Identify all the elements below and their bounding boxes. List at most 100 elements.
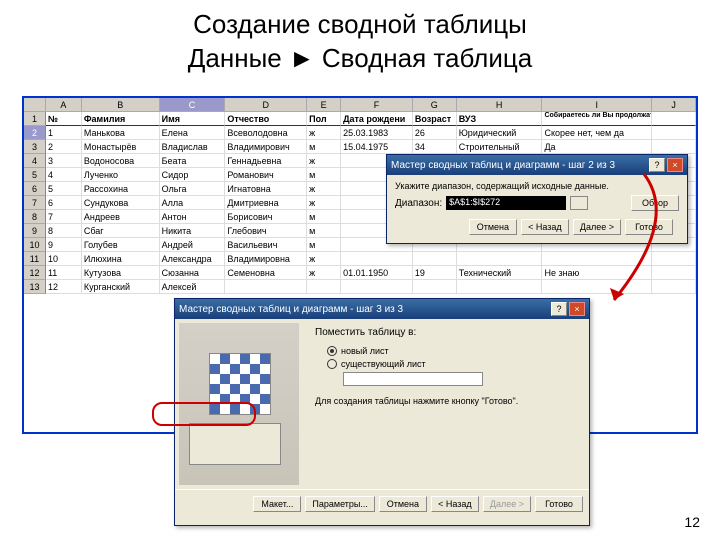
cell[interactable]: ж bbox=[307, 252, 341, 266]
row-number[interactable]: 9 bbox=[24, 224, 46, 238]
cell[interactable]: Васильевич bbox=[225, 238, 307, 252]
cell[interactable]: Никита bbox=[160, 224, 226, 238]
dialog2-titlebar[interactable]: Мастер сводных таблиц и диаграмм - шаг 3… bbox=[175, 299, 589, 319]
cell[interactable]: Курганский bbox=[82, 280, 160, 294]
cancel-button[interactable]: Отмена bbox=[469, 219, 517, 235]
row-number[interactable]: 11 bbox=[24, 252, 46, 266]
cell[interactable]: 3 bbox=[46, 154, 82, 168]
cell[interactable] bbox=[341, 280, 413, 294]
cell[interactable] bbox=[542, 280, 652, 294]
cell[interactable]: 26 bbox=[413, 126, 457, 140]
cell[interactable] bbox=[652, 126, 696, 140]
cell[interactable]: м bbox=[307, 140, 341, 154]
cell[interactable]: 7 bbox=[46, 210, 82, 224]
cell[interactable]: Сбаг bbox=[82, 224, 160, 238]
cell[interactable]: 11 bbox=[46, 266, 82, 280]
cell[interactable]: м bbox=[307, 224, 341, 238]
cell[interactable]: Сундукова bbox=[82, 196, 160, 210]
browse-button[interactable]: Обзор bbox=[631, 195, 679, 211]
cell[interactable] bbox=[307, 280, 341, 294]
cell[interactable]: Геннадьевна bbox=[225, 154, 307, 168]
row-number[interactable]: 2 bbox=[24, 126, 46, 140]
finish-button[interactable]: Готово bbox=[625, 219, 673, 235]
hdr-patronymic[interactable]: Отчество bbox=[225, 112, 307, 126]
cell[interactable]: Беата bbox=[160, 154, 226, 168]
cell[interactable]: 8 bbox=[46, 224, 82, 238]
cell[interactable]: Илюхина bbox=[82, 252, 160, 266]
row-number[interactable]: 10 bbox=[24, 238, 46, 252]
col-header-g[interactable]: G bbox=[413, 98, 457, 111]
help-icon[interactable]: ? bbox=[551, 302, 567, 316]
col-header-b[interactable]: B bbox=[82, 98, 160, 111]
cell[interactable]: ж bbox=[307, 196, 341, 210]
row-number[interactable]: 13 bbox=[24, 280, 46, 294]
select-all-cell[interactable] bbox=[24, 98, 46, 111]
col-header-j[interactable]: J bbox=[652, 98, 696, 111]
cell[interactable]: 25.03.1983 bbox=[341, 126, 413, 140]
cell[interactable]: Не знаю bbox=[542, 266, 652, 280]
col-header-e[interactable]: E bbox=[307, 98, 341, 111]
cell[interactable]: м bbox=[307, 168, 341, 182]
row-number[interactable]: 3 bbox=[24, 140, 46, 154]
cell[interactable]: Манькова bbox=[82, 126, 160, 140]
cell[interactable]: ж bbox=[307, 126, 341, 140]
cell[interactable]: Водоносова bbox=[82, 154, 160, 168]
cell[interactable]: 4 bbox=[46, 168, 82, 182]
cell[interactable]: Алексей bbox=[160, 280, 226, 294]
finish-button[interactable]: Готово bbox=[535, 496, 583, 512]
row-number[interactable]: 4 bbox=[24, 154, 46, 168]
cell[interactable] bbox=[652, 280, 696, 294]
row-number[interactable]: 5 bbox=[24, 168, 46, 182]
hdr-univ[interactable]: ВУЗ bbox=[457, 112, 543, 126]
cell[interactable]: 19 bbox=[413, 266, 457, 280]
cell[interactable]: 12 bbox=[46, 280, 82, 294]
cell[interactable]: Алла bbox=[160, 196, 226, 210]
cancel-button[interactable]: Отмена bbox=[379, 496, 427, 512]
range-input[interactable]: $A$1:$I$272 bbox=[446, 196, 566, 210]
row-number[interactable]: 6 bbox=[24, 182, 46, 196]
cell[interactable]: Дмитриевна bbox=[225, 196, 307, 210]
cell[interactable]: 01.01.1950 bbox=[341, 266, 413, 280]
cell[interactable]: 9 bbox=[46, 238, 82, 252]
cell[interactable]: Андреев bbox=[82, 210, 160, 224]
row-number[interactable]: 7 bbox=[24, 196, 46, 210]
cell[interactable]: Монастырёв bbox=[82, 140, 160, 154]
cell[interactable]: Владимирович bbox=[225, 140, 307, 154]
col-header-a[interactable]: A bbox=[46, 98, 82, 111]
cell[interactable]: Да bbox=[542, 140, 652, 154]
cell[interactable]: Елена bbox=[160, 126, 226, 140]
back-button[interactable]: < Назад bbox=[431, 496, 479, 512]
cell[interactable]: м bbox=[307, 238, 341, 252]
sheet-ref-input[interactable] bbox=[343, 372, 483, 386]
cell[interactable]: ж bbox=[307, 154, 341, 168]
cell[interactable]: Александра bbox=[160, 252, 226, 266]
row-number[interactable]: 8 bbox=[24, 210, 46, 224]
cell[interactable] bbox=[457, 280, 543, 294]
cell[interactable]: Владислав bbox=[160, 140, 226, 154]
col-header-d[interactable]: D bbox=[225, 98, 307, 111]
cell[interactable]: Антон bbox=[160, 210, 226, 224]
cell[interactable]: Юридический bbox=[457, 126, 543, 140]
col-header-c[interactable]: C bbox=[160, 98, 226, 111]
cell[interactable] bbox=[413, 280, 457, 294]
radio-existing-sheet[interactable]: существующий лист bbox=[327, 359, 577, 369]
cell[interactable] bbox=[413, 252, 457, 266]
cell[interactable]: 10 bbox=[46, 252, 82, 266]
hdr-surname[interactable]: Фамилия bbox=[82, 112, 160, 126]
dialog1-titlebar[interactable]: Мастер сводных таблиц и диаграмм - шаг 2… bbox=[387, 155, 687, 175]
col-header-f[interactable]: F bbox=[341, 98, 413, 111]
range-picker-icon[interactable] bbox=[570, 196, 588, 210]
row-number[interactable]: 1 bbox=[24, 112, 46, 126]
next-button[interactable]: Далее > bbox=[573, 219, 621, 235]
cell[interactable]: Лученко bbox=[82, 168, 160, 182]
cell[interactable]: Владимировна bbox=[225, 252, 307, 266]
cell[interactable]: Борисович bbox=[225, 210, 307, 224]
cell[interactable]: 34 bbox=[413, 140, 457, 154]
close-icon[interactable]: × bbox=[569, 302, 585, 316]
cell[interactable]: Технический bbox=[457, 266, 543, 280]
cell[interactable]: Семеновна bbox=[225, 266, 307, 280]
hdr-edu[interactable]: Собираетесь ли Вы продолжать образование… bbox=[542, 112, 652, 126]
close-icon[interactable]: × bbox=[667, 158, 683, 172]
col-header-i[interactable]: I bbox=[542, 98, 652, 111]
cell[interactable]: 15.04.1975 bbox=[341, 140, 413, 154]
